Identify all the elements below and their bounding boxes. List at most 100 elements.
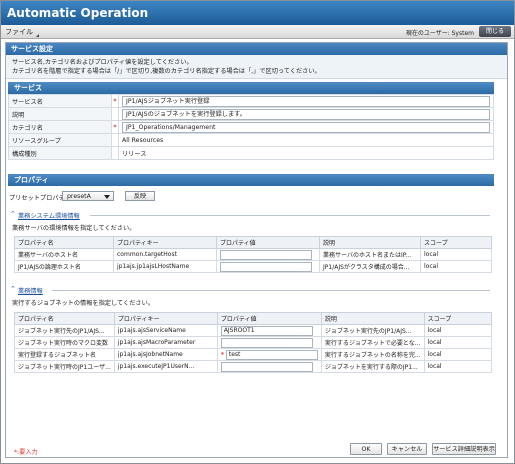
property-name: ジョブネット実行時のJP1ユーザ... — [14, 360, 115, 373]
service-name-cell: JP1/AJSジョブネット実行登録 — [118, 94, 494, 108]
col-property-key: プロパティキー — [113, 236, 217, 249]
file-menu[interactable]: ファイル — [5, 27, 39, 37]
group-system-env-toggle[interactable]: ⌃ 業務システム環境情報 — [10, 210, 80, 220]
property-value-input[interactable] — [220, 361, 313, 372]
property-value-cell — [216, 248, 320, 261]
property-desc: JP1/AJSがクラスタ構成の場合... — [319, 260, 421, 273]
col-description: 説明 — [320, 312, 425, 325]
required-note: *:要入力 — [14, 449, 38, 456]
service-section-header: サービス — [8, 82, 494, 94]
property-desc: ジョブネットを実行する際のJP1... — [320, 360, 425, 373]
category-input[interactable]: JP1_Operations/Management — [122, 121, 490, 133]
service-name-input[interactable]: JP1/AJSジョブネット実行登録 — [122, 95, 490, 107]
group-business-info-toggle[interactable]: ⌃ 業務情報 — [10, 285, 43, 295]
group-business-info-desc: 実行するジョブネットの情報を指定してください。 — [12, 300, 154, 307]
service-name-label: サービス名 — [8, 94, 112, 108]
property-scope: local — [423, 324, 493, 337]
preset-row: プリセットプロパティ presetA 反映 — [9, 191, 155, 202]
property-name: JP1/AJSの論理ホスト名 — [14, 260, 114, 273]
col-property-name: プロパティ名 — [14, 236, 114, 249]
property-scope: local — [423, 336, 493, 349]
table-header-row: プロパティ名 プロパティキー プロパティ値 説明 スコープ — [14, 236, 492, 249]
property-name: ジョブネット実行先のJP1/AJS... — [14, 324, 115, 337]
col-property-value: プロパティ値 — [216, 236, 320, 249]
table-row: ジョブネット実行時のJP1ユーザ... jp1ajs.executeJP1Use… — [14, 360, 493, 373]
property-desc: 実行するジョブネットの名称を完... — [320, 348, 425, 361]
property-key: common.targetHost — [113, 248, 217, 261]
required-mark: * — [111, 120, 119, 134]
property-value-cell — [216, 360, 322, 373]
property-key: jp1ajs.executeJP1UserN... — [113, 360, 218, 373]
property-name: 業務サーバのホスト名 — [14, 248, 114, 261]
dialog-title: サービス設定 — [6, 43, 507, 55]
property-value-input[interactable]: AJSROOT1 — [220, 325, 313, 336]
group-business-info-title: 業務情報 — [18, 288, 43, 295]
required-mark: * — [220, 351, 224, 358]
col-property-value: プロパティ値 — [216, 312, 322, 325]
property-name: 実行登録するジョブネット名 — [14, 348, 115, 361]
intro-line-2: カテゴリ名を階層で指定する場合は「/」で区切り,複数のカテゴリ名指定する場合は「… — [12, 68, 321, 75]
table-row: ジョブネット実行先のJP1/AJS... jp1ajs.ajsServiceNa… — [14, 324, 493, 337]
property-value-cell — [216, 260, 320, 273]
property-value-input[interactable] — [220, 337, 313, 348]
property-scope: local — [420, 248, 492, 261]
property-scope: local — [423, 360, 493, 373]
apply-preset-button[interactable]: 反映 — [125, 191, 155, 201]
group-divider — [52, 290, 490, 291]
service-row-category: カテゴリ名 * JP1_Operations/Management — [8, 120, 494, 134]
intro-line-1: サービス名,カテゴリ名およびプロパティ値を設定してください。 — [12, 59, 193, 66]
col-scope: スコープ — [423, 312, 493, 325]
category-cell: JP1_Operations/Management — [118, 120, 494, 134]
properties-section-header: プロパティ — [8, 174, 494, 186]
property-value-input[interactable]: test — [225, 349, 318, 360]
service-detail-button[interactable]: サービス詳細説明表示 — [432, 443, 496, 455]
table-row: ジョブネット実行時のマクロ変数 jp1ajs.ajsMacroParameter… — [14, 336, 493, 349]
property-value-input[interactable] — [220, 249, 312, 260]
service-row-resource-group: リソースグループ All Resources — [8, 133, 494, 147]
resource-group-label: リソースグループ — [8, 133, 112, 147]
property-scope: local — [423, 348, 493, 361]
required-mark-empty — [111, 146, 119, 160]
property-desc: ジョブネット実行先のJP1/AJS... — [320, 324, 425, 337]
col-scope: スコープ — [420, 236, 492, 249]
table-header-row: プロパティ名 プロパティキー プロパティ値 説明 スコープ — [14, 312, 493, 325]
description-input[interactable]: JP1/AJSのジョブネットを実行登録します。 — [122, 108, 490, 120]
category-label: カテゴリ名 — [8, 120, 112, 134]
cancel-button[interactable]: キャンセル — [387, 443, 427, 455]
description-label: 説明 — [8, 107, 112, 121]
service-row-description: 説明 JP1/AJSのジョブネットを実行登録します。 — [8, 107, 494, 121]
col-description: 説明 — [319, 236, 421, 249]
business-info-property-table: プロパティ名 プロパティキー プロパティ値 説明 スコープ ジョブネット実行先の… — [14, 312, 493, 373]
property-key: jp1ajs.ajsServiceName — [113, 324, 218, 337]
config-type-label: 構成種別 — [8, 146, 112, 160]
property-key: jp1ajs.ajsMacroParameter — [113, 336, 218, 349]
current-user-label: 現在のユーザー: System — [405, 30, 474, 37]
property-scope: local — [420, 260, 492, 273]
app-title: Automatic Operation — [7, 6, 149, 20]
preset-value: presetA — [67, 193, 91, 200]
preset-dropdown[interactable]: presetA — [62, 191, 114, 201]
property-name: ジョブネット実行時のマクロ変数 — [14, 336, 115, 349]
property-key: jp1ajs.ajsJobnetName — [113, 348, 218, 361]
property-value-cell — [216, 336, 322, 349]
collapse-chevron-icon: ⌃ — [10, 210, 16, 218]
required-mark: * — [111, 94, 119, 108]
service-row-config-type: 構成種別 リリース — [8, 146, 494, 160]
service-row-name: サービス名 * JP1/AJSジョブネット実行登録 — [8, 94, 494, 108]
close-button[interactable]: 閉じる — [479, 26, 511, 37]
table-row: 業務サーバのホスト名 common.targetHost 業務サーバのホスト名ま… — [14, 248, 492, 261]
property-value-input[interactable] — [220, 261, 312, 272]
group-system-env-title: 業務システム環境情報 — [18, 213, 80, 220]
system-env-property-table: プロパティ名 プロパティキー プロパティ値 説明 スコープ 業務サーバのホスト名… — [14, 236, 492, 273]
config-type-value: リリース — [118, 146, 494, 160]
required-mark-empty — [111, 107, 119, 121]
ok-button[interactable]: OK — [350, 443, 382, 455]
col-property-key: プロパティキー — [113, 312, 218, 325]
service-table: サービス名 * JP1/AJSジョブネット実行登録 説明 JP1/AJSのジョブ… — [8, 94, 494, 160]
col-property-name: プロパティ名 — [14, 312, 115, 325]
table-row: JP1/AJSの論理ホスト名 jp1ajs.jp1ajsLHostName JP… — [14, 260, 492, 273]
property-key: jp1ajs.jp1ajsLHostName — [113, 260, 217, 273]
property-value-cell: * test — [216, 348, 322, 361]
dialog-intro: サービス名,カテゴリ名およびプロパティ値を設定してください。 カテゴリ名を階層で… — [6, 55, 507, 79]
description-cell: JP1/AJSのジョブネットを実行登録します。 — [118, 107, 494, 121]
